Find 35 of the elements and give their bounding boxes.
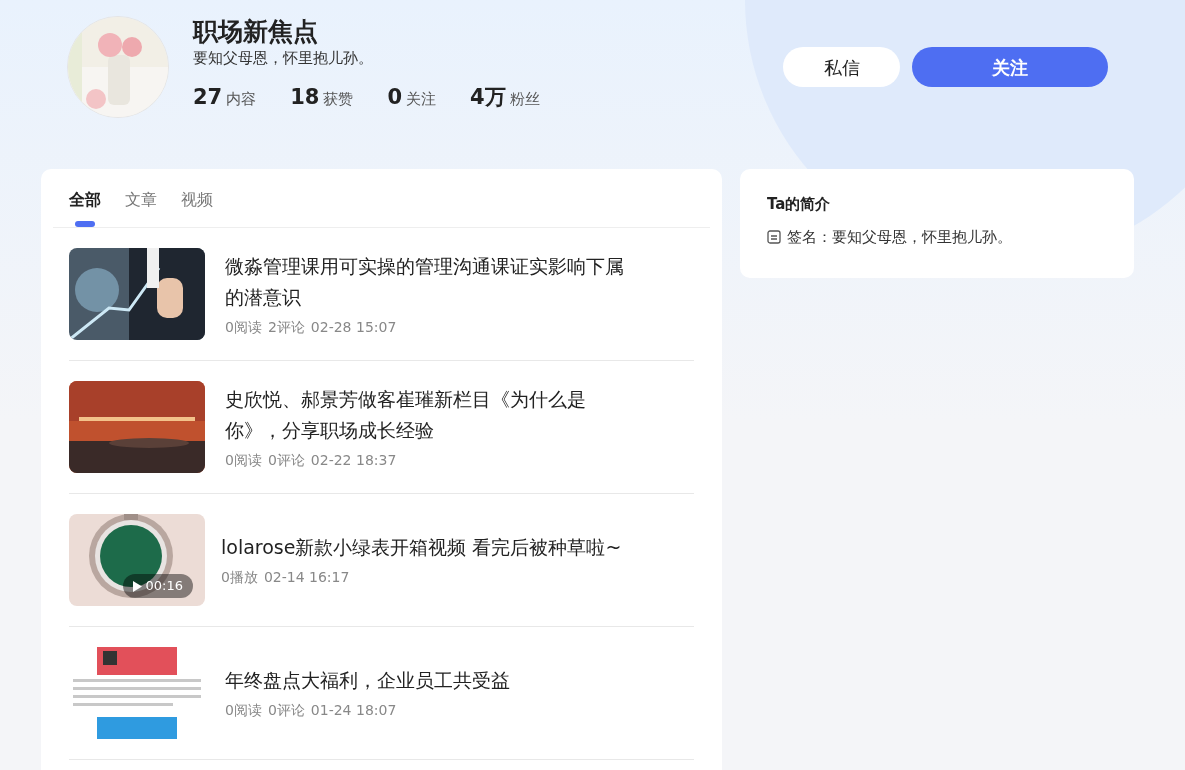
stat-label: 获赞 bbox=[323, 89, 354, 110]
note-icon bbox=[767, 229, 781, 244]
message-button[interactable]: 私信 bbox=[783, 47, 900, 87]
profile-bio: 要知父母恩，怀里抱儿孙。 bbox=[193, 48, 374, 68]
tab[interactable]: 全部 bbox=[69, 189, 101, 227]
article-meta: 0阅读 bbox=[225, 317, 262, 337]
article-meta: 02-22 18:37 bbox=[310, 450, 397, 470]
article-meta: 02-14 16:17 bbox=[263, 568, 350, 587]
article-meta: 2评论 bbox=[267, 317, 305, 337]
article-meta: 0阅读 bbox=[225, 701, 262, 720]
article-meta: 0阅读 bbox=[225, 450, 262, 470]
profile-name: 职场新焦点 bbox=[193, 16, 319, 48]
article-meta: 02-28 15:07 bbox=[310, 317, 397, 337]
tab[interactable]: 视频 bbox=[181, 189, 213, 227]
stat-label: 粉丝 bbox=[509, 89, 540, 110]
follow-button[interactable]: 关注 bbox=[912, 47, 1108, 87]
tab[interactable]: 文章 bbox=[125, 189, 157, 227]
article-meta: 0评论 bbox=[267, 450, 305, 470]
signature-text: 签名：要知父母恩，怀里抱儿孙。 bbox=[787, 226, 1012, 248]
duration-badge: 00:16 bbox=[122, 574, 193, 598]
article-title[interactable]: lolarose新款小绿表开箱视频 看完后被种草啦~ bbox=[221, 532, 631, 563]
article-title[interactable]: 微淼管理课用可实操的管理沟通课证实影响下属的潜意识 bbox=[225, 250, 635, 313]
stat-label: 关注 bbox=[406, 89, 437, 110]
article-title[interactable]: 年终盘点大福利，企业员工共受益 bbox=[225, 665, 635, 696]
article-meta: 01-24 18:07 bbox=[310, 701, 397, 720]
stat-value: 27 bbox=[193, 84, 223, 111]
stat-value: 0 bbox=[387, 84, 403, 111]
article-title[interactable]: 史欣悦、郝景芳做客崔璀新栏目《为什么是你》，分享职场成长经验 bbox=[225, 383, 635, 446]
play-icon bbox=[132, 580, 142, 592]
stat-label: 内容 bbox=[226, 89, 257, 110]
article-meta: 0播放 bbox=[221, 568, 258, 587]
stat-value: 18 bbox=[290, 84, 320, 111]
stat-value: 4万 bbox=[470, 84, 506, 111]
article-meta: 0评论 bbox=[267, 701, 305, 720]
intro-title: Ta的简介 bbox=[767, 194, 832, 215]
